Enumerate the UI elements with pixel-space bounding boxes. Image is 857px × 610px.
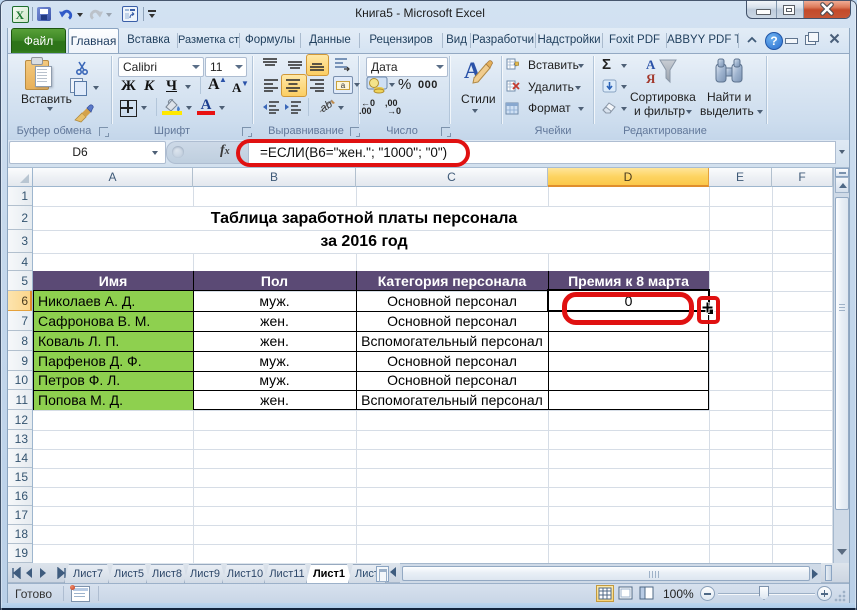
svg-text:А: А	[646, 57, 656, 72]
svg-text:→0: →0	[387, 106, 401, 114]
svg-text:Я: Я	[646, 71, 656, 86]
svg-text:,00: ,00	[359, 106, 372, 114]
